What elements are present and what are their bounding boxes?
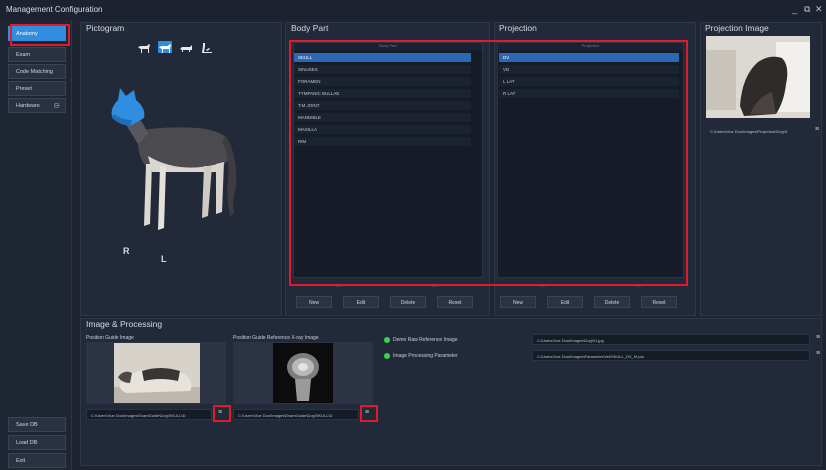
sidebar-item-hardware[interactable]: Hardware ⊖ [8, 98, 66, 113]
projection-edit-button[interactable]: Edit [547, 296, 583, 308]
close-icon[interactable]: ✕ [815, 4, 823, 15]
right-side-label: R [123, 246, 130, 256]
body-part-new-button[interactable]: New [296, 296, 332, 308]
projection-delete-button[interactable]: Delete [594, 296, 630, 308]
body-part-reset-button[interactable]: Reset [437, 296, 473, 308]
projection-reset-button[interactable]: Reset [641, 296, 677, 308]
reference-xray-photo [273, 343, 333, 403]
left-side-label: L [161, 254, 167, 264]
dog-lying-icon[interactable] [179, 41, 193, 53]
position-guide-photo [114, 343, 200, 403]
dog-side-icon[interactable] [158, 41, 172, 53]
gear-icon: ⊖ [53, 101, 60, 110]
reference-xray-path: C:\Users\Vue Duo\Images\ExamGuide\Dog\SK… [233, 409, 359, 420]
projection-title: Projection [499, 23, 537, 33]
processing-param-label: Image Processing Parameter [393, 353, 458, 359]
sidebar-item-code-matching[interactable]: Code Matching [8, 64, 66, 79]
load-db-button[interactable]: Load DB [8, 435, 66, 450]
reference-xray-menu-highlight [360, 405, 378, 422]
processing-param-menu-icon[interactable]: ≡ [816, 350, 820, 357]
projection-image-title: Projection Image [705, 23, 769, 33]
dog-sitting-icon[interactable] [200, 41, 214, 53]
anatomy-highlight [10, 24, 70, 46]
window-title: Management Configuration [6, 5, 103, 14]
position-guide-path: C:\Users\Vue Duo\Images\ExamGuide\Dog\SK… [86, 409, 212, 420]
projection-photo [706, 36, 810, 118]
dog-standing-icon[interactable] [137, 41, 151, 53]
position-guide-menu-highlight [213, 405, 231, 422]
exit-button[interactable]: Exit [8, 453, 66, 468]
demo-raw-menu-icon[interactable]: ≡ [816, 334, 820, 341]
restore-icon[interactable]: ⧉ [804, 4, 810, 15]
position-guide-image-frame [86, 342, 226, 404]
projection-image-menu-icon[interactable]: ≡ [815, 126, 819, 133]
body-part-title: Body Part [291, 23, 329, 33]
projection-new-button[interactable]: New [500, 296, 536, 308]
pictogram-title: Pictogram [86, 23, 125, 33]
demo-raw-path: C:\Users\Vue Duo\Images\Dog\01.jpg [532, 334, 810, 345]
processing-param-path: C:\Users\Vue Duo\Images\Parameter\Vet\SK… [532, 350, 810, 361]
dog-model-illustration [111, 88, 237, 230]
image-processing-title: Image & Processing [86, 319, 163, 329]
reference-xray-frame [233, 342, 373, 404]
processing-param-status-icon [384, 353, 390, 359]
sidebar-item-exam[interactable]: Exam [8, 47, 66, 62]
projection-image-path: C:\Users\Vue Duo\Images\Projection\Dog\S [710, 129, 788, 134]
demo-raw-status-icon [384, 337, 390, 343]
title-bar: Management Configuration _ ⧉ ✕ [0, 0, 826, 20]
body-part-edit-button[interactable]: Edit [343, 296, 379, 308]
sidebar-item-preset[interactable]: Preset [8, 81, 66, 96]
position-guide-label: Position Guide Image [86, 335, 134, 341]
reference-xray-label: Position Guide Reference X-ray Image [233, 335, 319, 341]
demo-raw-label: Demo Raw Reference Image [393, 337, 458, 343]
lists-highlight [289, 40, 688, 286]
save-db-button[interactable]: Save DB [8, 417, 66, 432]
sidebar: Anatomy Exam Code Matching Preset Hardwa… [0, 20, 72, 470]
body-part-delete-button[interactable]: Delete [390, 296, 426, 308]
minimize-icon[interactable]: _ [792, 4, 797, 14]
